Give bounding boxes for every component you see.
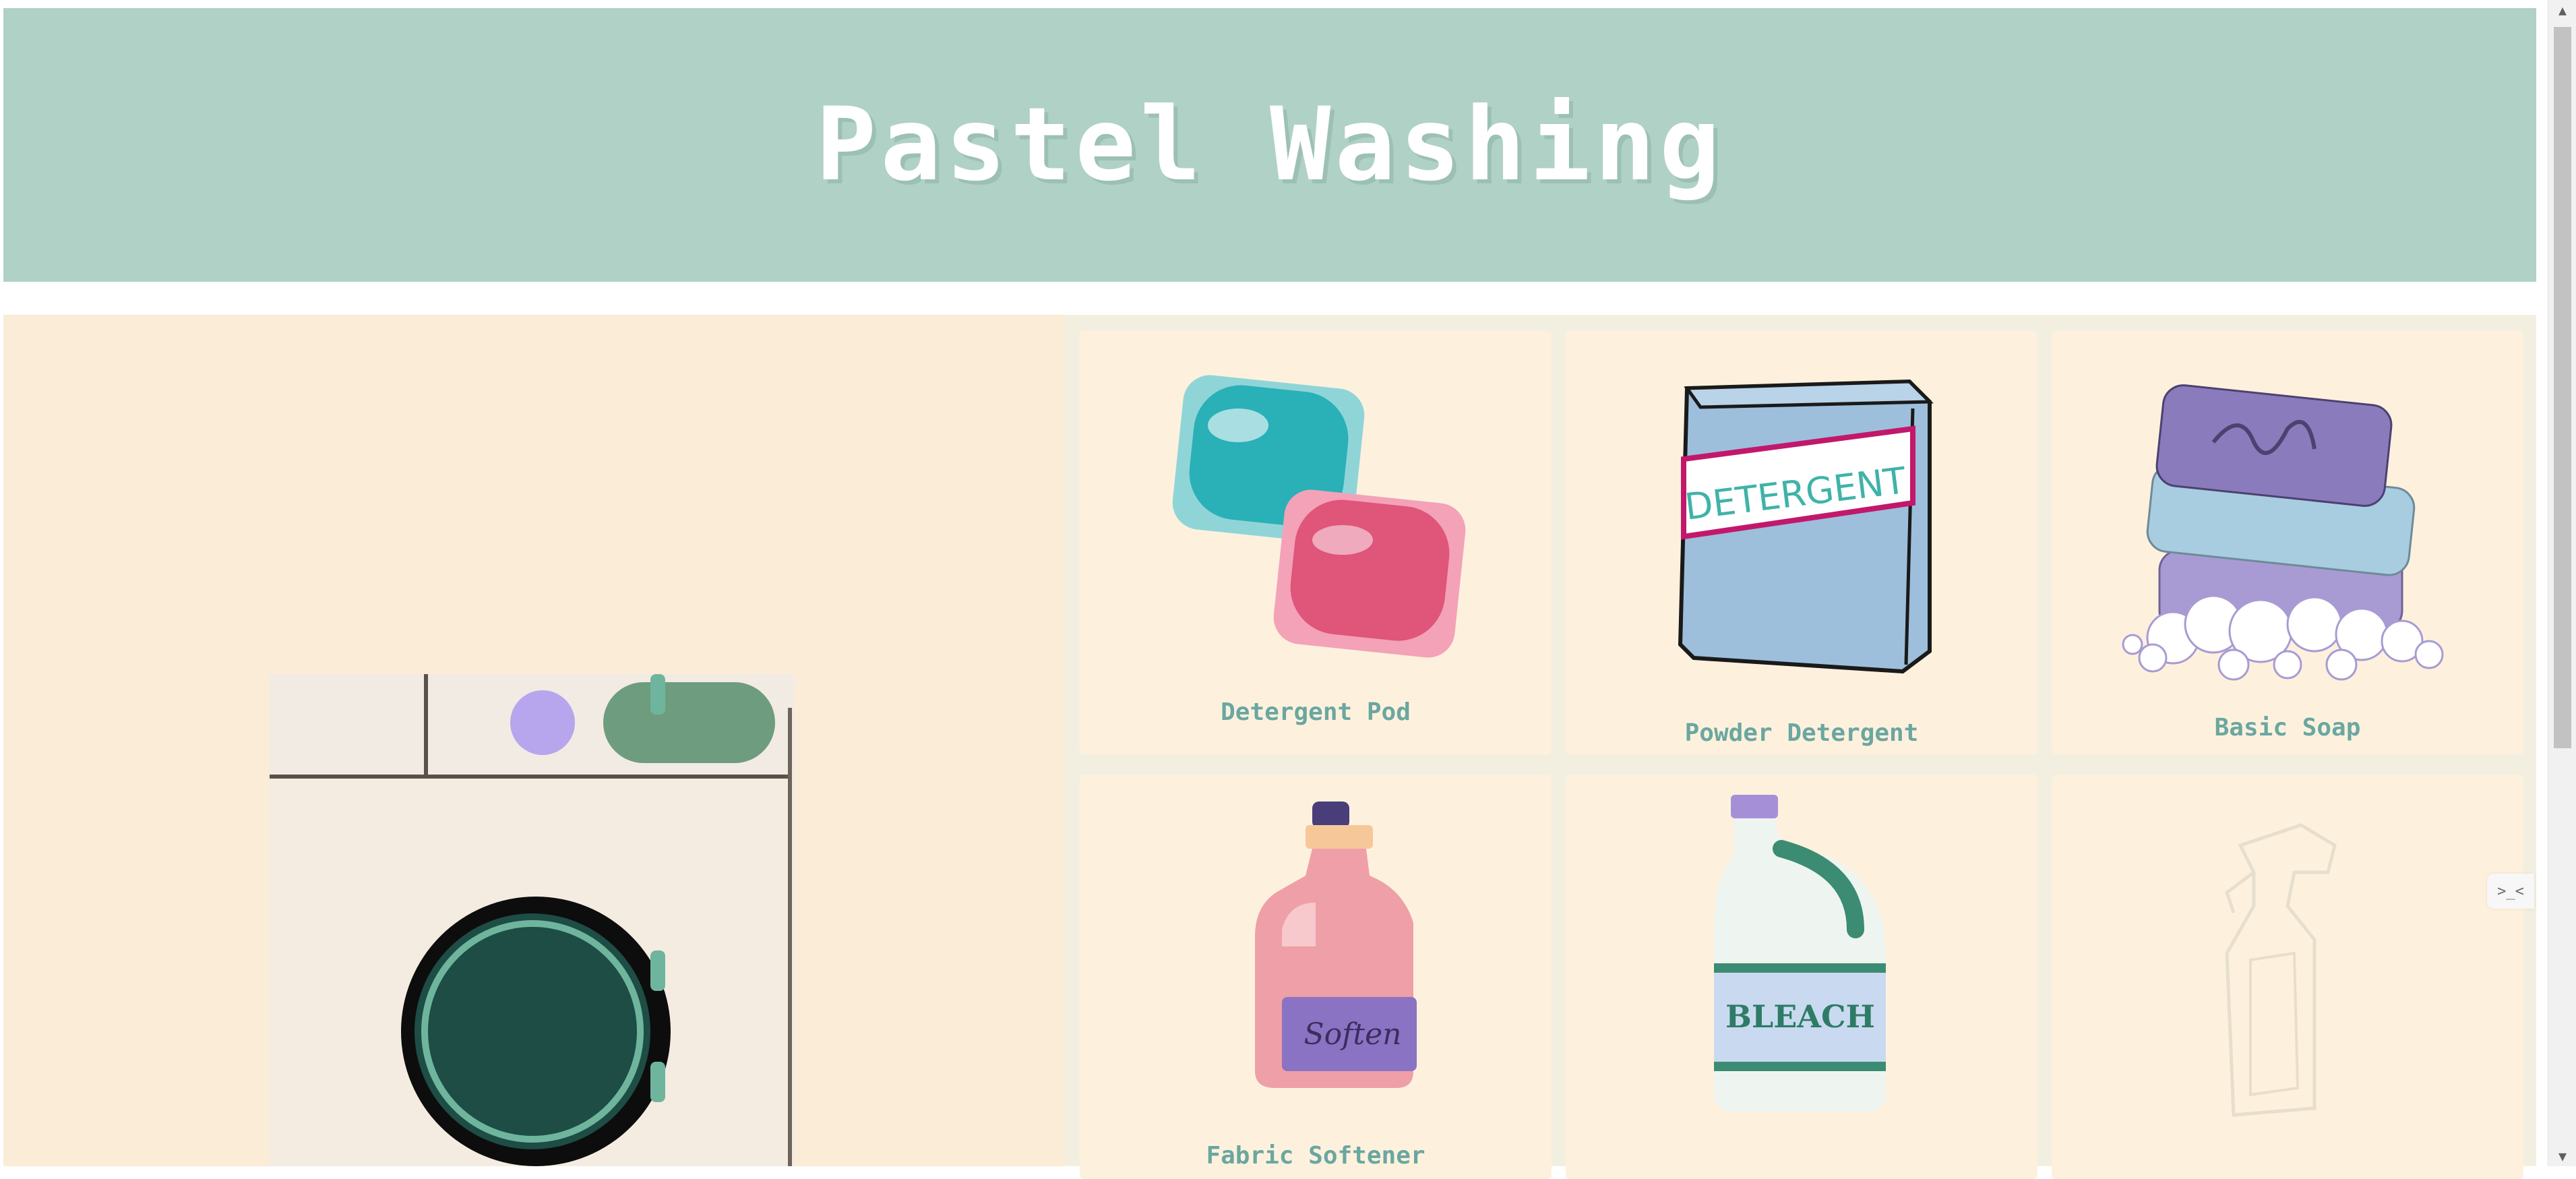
basic-soap-icon xyxy=(2122,384,2444,681)
washer-start-button[interactable] xyxy=(603,682,775,763)
product-card-fabric-softener[interactable]: Soften Fabric Softener xyxy=(1080,775,1552,1179)
bleach-icon: BLEACH xyxy=(1714,795,1886,1112)
page: Pastel Washing Click Me! xyxy=(0,0,2576,1179)
product-label: Detergent Pod xyxy=(1221,698,1411,726)
product-card-basic-soap[interactable]: Basic Soap xyxy=(2052,331,2523,754)
washing-machine-button[interactable] xyxy=(270,674,795,1166)
scroll-up-arrow-icon[interactable]: ▲ xyxy=(2548,0,2576,20)
product-card-detergent-pod[interactable]: Detergent Pod xyxy=(1080,331,1552,754)
product-label: Powder Detergent xyxy=(1684,719,1919,747)
product-label: Fabric Softener xyxy=(1206,1142,1425,1170)
site-header: Pastel Washing xyxy=(3,8,2536,282)
side-widget-button[interactable]: >_< xyxy=(2487,874,2534,909)
powder-detergent-icon: DETERGENT xyxy=(1678,379,1934,674)
scrollbar-thumb[interactable] xyxy=(2554,27,2571,748)
vertical-scrollbar[interactable]: ▲ ▼ xyxy=(2548,0,2576,1166)
washer-door-hinge xyxy=(650,1062,665,1102)
spray-bottle-icon xyxy=(2225,823,2337,1117)
detergent-pod-icon xyxy=(1172,375,1466,658)
washer-knob-icon[interactable] xyxy=(510,690,575,755)
bleach-bottle-text: BLEACH xyxy=(1725,998,1875,1035)
products-grid: Detergent Pod DETERGENT Powder Detergent xyxy=(1065,315,2536,1179)
product-card-bleach[interactable]: BLEACH xyxy=(1566,775,2037,1179)
product-card-powder-detergent[interactable]: DETERGENT Powder Detergent xyxy=(1566,331,2037,754)
softener-bottle-text: Soften xyxy=(1304,1017,1402,1052)
product-label: Basic Soap xyxy=(2214,714,2361,742)
scroll-down-arrow-icon[interactable]: ▼ xyxy=(2548,1146,2576,1166)
washer-door-hinge xyxy=(650,950,665,991)
fabric-softener-icon: Soften xyxy=(1255,802,1417,1088)
product-card-spray-bottle[interactable] xyxy=(2052,775,2523,1179)
site-title: Pastel Washing xyxy=(815,86,1725,204)
